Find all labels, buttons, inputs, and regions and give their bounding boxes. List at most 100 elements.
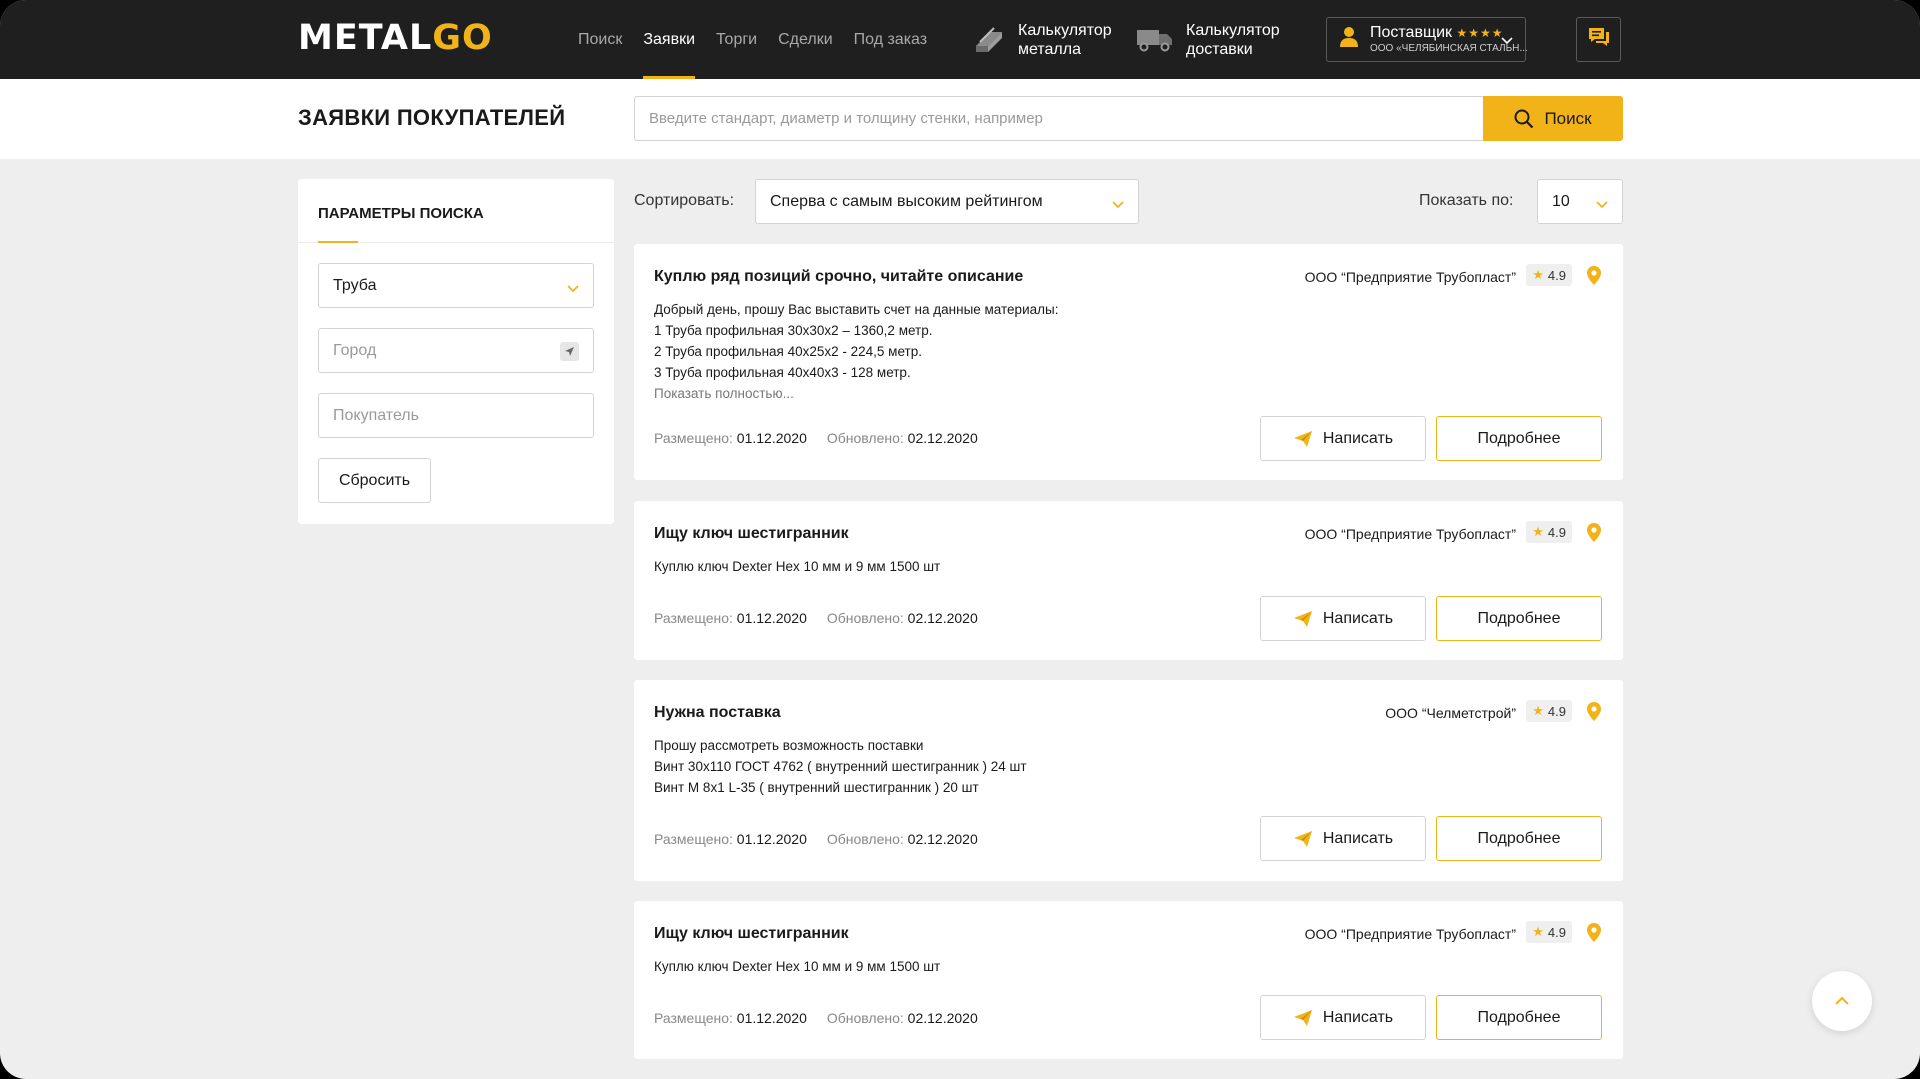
- rating-badge: ★ 4.9: [1526, 264, 1572, 286]
- request-title[interactable]: Нужна поставка: [654, 704, 781, 722]
- placed-date: 01.12.2020: [736, 1010, 807, 1026]
- search-input[interactable]: [634, 96, 1484, 141]
- metal-calc-line1: Калькулятор: [1018, 21, 1112, 39]
- metal-profile-icon: [972, 24, 1006, 56]
- buyer-company[interactable]: ООО “Предприятие Трубопласт”: [1305, 926, 1516, 942]
- write-button[interactable]: Написать: [1260, 816, 1426, 861]
- delivery-calculator-label: Калькулятор доставки: [1186, 21, 1280, 59]
- logo-text-go: GO: [432, 18, 493, 58]
- chat-icon: [1588, 27, 1610, 52]
- star-icon: ★: [1532, 524, 1544, 539]
- page-title: ЗАЯВКИ ПОКУПАТЕЛЕЙ: [298, 105, 566, 130]
- placed-label: Размещено:: [654, 610, 733, 626]
- page-size-select[interactable]: 10: [1537, 179, 1623, 224]
- sort-value: Сперва с самым высоким рейтингом: [770, 192, 1043, 210]
- placed-date: 01.12.2020: [736, 610, 807, 626]
- star-icon: ★: [1532, 703, 1544, 718]
- request-description: Добрый день, прошу Вас выставить счет на…: [654, 299, 1058, 404]
- location-pin-icon[interactable]: [1586, 922, 1602, 948]
- description-line: Винт 30х110 ГОСТ 4762 ( внутренний шести…: [654, 759, 1027, 774]
- search-parameters-title: ПАРАМЕТРЫ ПОИСКА: [318, 205, 484, 222]
- placed-label: Размещено:: [654, 831, 733, 847]
- request-title[interactable]: Ищу ключ шестигранник: [654, 525, 849, 543]
- rating-badge: ★ 4.9: [1526, 921, 1572, 943]
- top-navigation-bar: METAL GO Поиск Заявки Торги Сделки Под за…: [0, 0, 1920, 79]
- title-underline: [318, 241, 358, 243]
- details-button[interactable]: Подробнее: [1436, 416, 1602, 461]
- description-line: 3 Труба профильная 40х40х3 - 128 метр.: [654, 365, 911, 380]
- sort-select[interactable]: Сперва с самым высоким рейтингом: [755, 179, 1139, 224]
- nav-auctions[interactable]: Торги: [716, 0, 757, 79]
- request-title[interactable]: Куплю ряд позиций срочно, читайте описан…: [654, 268, 1023, 286]
- updated-date: 02.12.2020: [907, 430, 978, 446]
- buyer-company[interactable]: ООО “Челметстрой”: [1385, 705, 1516, 721]
- rating-badge: ★ 4.9: [1526, 521, 1572, 543]
- description-line: Куплю ключ Dexter Hex 10 мм и 9 мм 1500 …: [654, 959, 941, 974]
- placed-date: 01.12.2020: [736, 831, 807, 847]
- description-line: Куплю ключ Dexter Hex 10 мм и 9 мм 1500 …: [654, 559, 941, 574]
- write-button-label: Написать: [1322, 829, 1394, 847]
- buyer-field[interactable]: Покупатель: [318, 393, 594, 438]
- rating-value: 4.9: [1547, 924, 1566, 940]
- request-description: Куплю ключ Dexter Hex 10 мм и 9 мм 1500 …: [654, 556, 940, 577]
- delivery-calc-line2: доставки: [1186, 40, 1253, 58]
- write-button[interactable]: Написать: [1260, 416, 1426, 461]
- nav-requests[interactable]: Заявки: [643, 0, 695, 79]
- metalgo-logo[interactable]: METAL GO: [298, 18, 493, 58]
- nav-custom-order[interactable]: Под заказ: [854, 0, 927, 79]
- request-card: Нужна поставка ООО “Челметстрой” ★ 4.9 Пр…: [634, 680, 1623, 881]
- search-button-label: Поиск: [1544, 108, 1592, 128]
- details-button[interactable]: Подробнее: [1436, 816, 1602, 861]
- buyer-placeholder: Покупатель: [333, 406, 419, 424]
- user-account-dropdown[interactable]: Поставщик ★★★★ ООО «ЧЕЛЯБИНСКАЯ СТАЛЬН..…: [1326, 17, 1528, 62]
- updated-date: 02.12.2020: [907, 831, 978, 847]
- description-line: Добрый день, прошу Вас выставить счет на…: [654, 302, 1059, 317]
- nav-search[interactable]: Поиск: [578, 0, 622, 79]
- main-nav: Поиск Заявки Торги Сделки Под заказ: [578, 0, 948, 79]
- user-icon: [1339, 26, 1359, 53]
- updated-label: Обновлено:: [826, 610, 904, 626]
- details-button[interactable]: Подробнее: [1436, 995, 1602, 1040]
- location-arrow-icon[interactable]: [560, 342, 579, 361]
- paper-plane-icon: [1293, 1009, 1312, 1026]
- show-more-link[interactable]: Показать полностью...: [654, 383, 1058, 404]
- description-line: 2 Труба профильная 40х25х2 - 224,5 метр.: [654, 344, 922, 359]
- request-title[interactable]: Ищу ключ шестигранник: [654, 925, 849, 943]
- reset-button[interactable]: Сбросить: [318, 458, 431, 503]
- paper-plane-icon: [1293, 830, 1312, 847]
- rating-value: 4.9: [1547, 703, 1566, 719]
- placed-label: Размещено:: [654, 1010, 733, 1026]
- location-pin-icon[interactable]: [1586, 265, 1602, 291]
- chevron-down-icon: [567, 281, 579, 299]
- request-card: Куплю ряд позиций срочно, читайте описан…: [634, 244, 1623, 480]
- updated-label: Обновлено:: [826, 831, 904, 847]
- city-field[interactable]: Город: [318, 328, 594, 373]
- updated-date: 02.12.2020: [907, 1010, 978, 1026]
- request-dates: Размещено: 01.12.2020 Обновлено: 02.12.20…: [654, 430, 978, 446]
- delivery-calculator-link[interactable]: Калькулятор доставки: [1136, 0, 1280, 79]
- rating-value: 4.9: [1547, 267, 1566, 283]
- metal-calculator-link[interactable]: Калькулятор металла: [972, 0, 1112, 79]
- write-button[interactable]: Написать: [1260, 995, 1426, 1040]
- write-button[interactable]: Написать: [1260, 596, 1426, 641]
- category-select[interactable]: Труба: [318, 263, 594, 308]
- chevron-down-icon: [1501, 33, 1513, 51]
- scroll-to-top-button[interactable]: [1812, 971, 1872, 1031]
- updated-date: 02.12.2020: [907, 610, 978, 626]
- location-pin-icon[interactable]: [1586, 701, 1602, 727]
- chevron-down-icon: [1596, 197, 1608, 215]
- delivery-calc-line1: Калькулятор: [1186, 21, 1280, 39]
- sort-label: Сортировать:: [634, 192, 735, 209]
- metal-calc-line2: металла: [1018, 40, 1081, 58]
- page-size-label: Показать по:: [1419, 192, 1514, 209]
- buyer-company[interactable]: ООО “Предприятие Трубопласт”: [1305, 526, 1516, 542]
- nav-deals[interactable]: Сделки: [778, 0, 833, 79]
- chat-button[interactable]: [1576, 17, 1621, 62]
- buyer-company[interactable]: ООО “Предприятие Трубопласт”: [1305, 269, 1516, 285]
- write-button-label: Написать: [1322, 1008, 1394, 1026]
- updated-label: Обновлено:: [826, 1010, 904, 1026]
- placed-label: Размещено:: [654, 430, 733, 446]
- location-pin-icon[interactable]: [1586, 522, 1602, 548]
- search-button[interactable]: Поиск: [1483, 96, 1623, 141]
- details-button[interactable]: Подробнее: [1436, 596, 1602, 641]
